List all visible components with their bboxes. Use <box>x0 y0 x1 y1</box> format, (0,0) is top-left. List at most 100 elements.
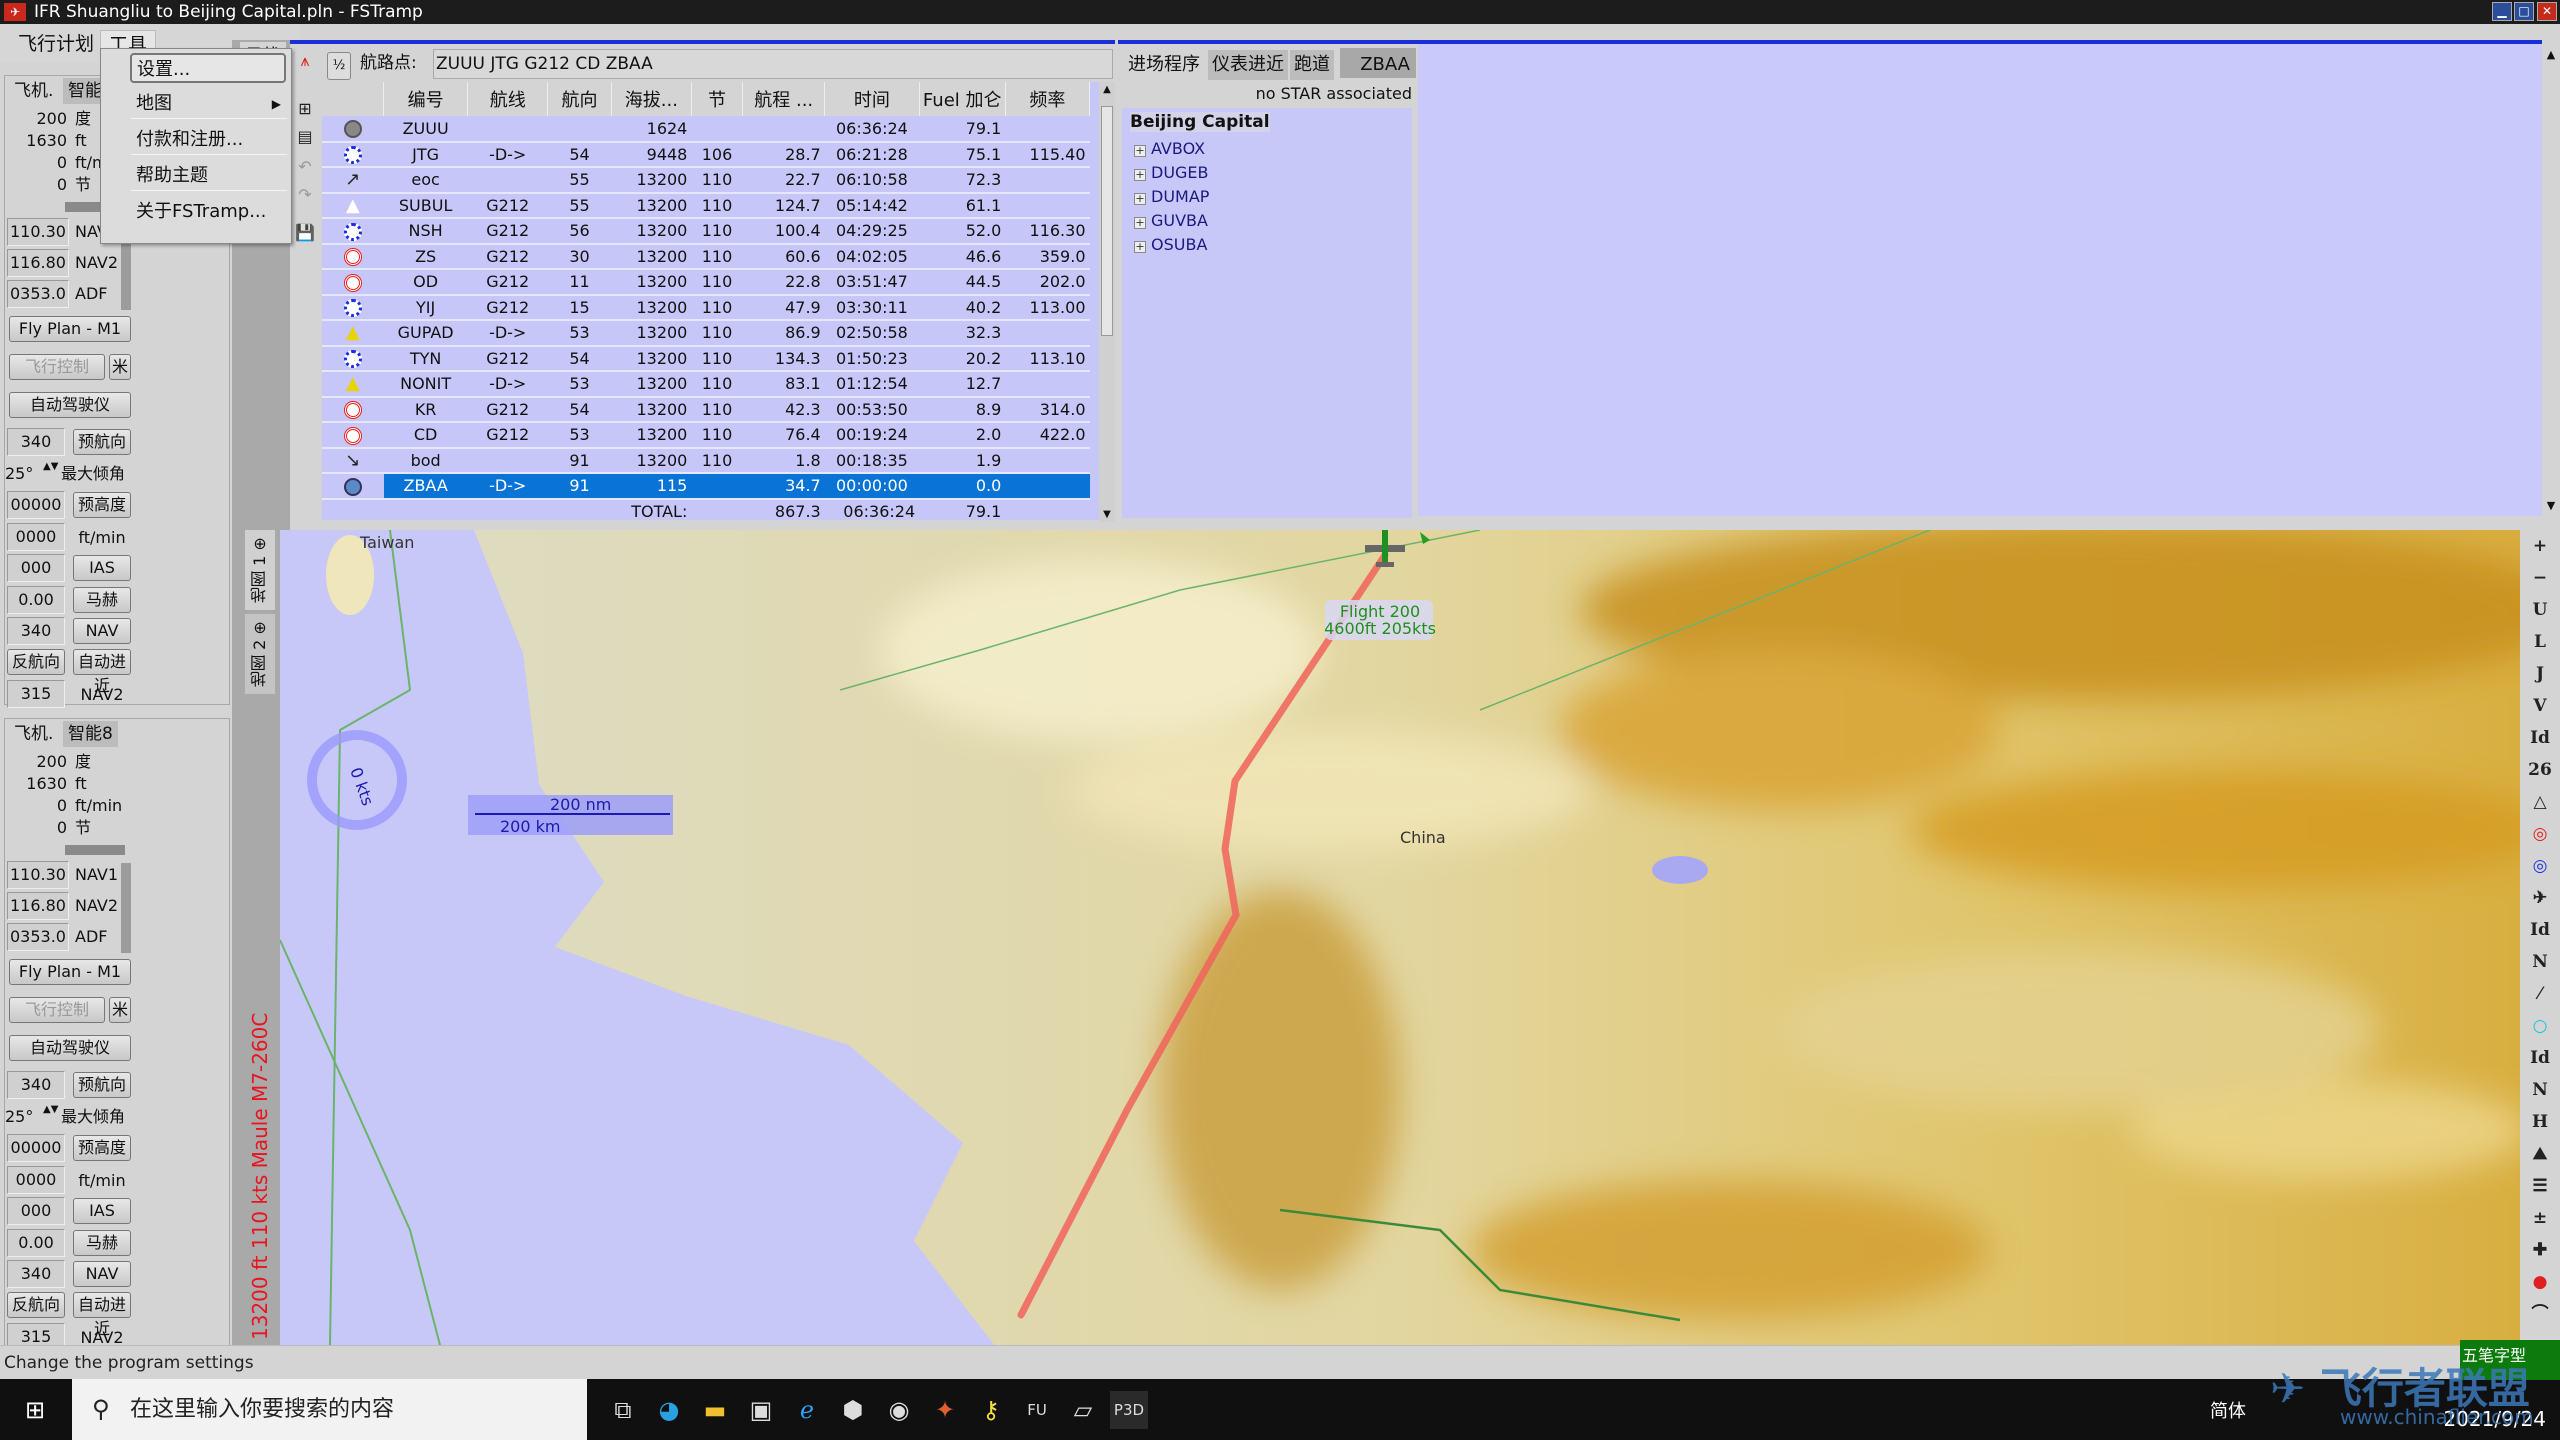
ap-heading-button[interactable]: 预航向 <box>73 429 131 455</box>
table-row[interactable]: ZUUU 1624 06:36:24 79.1 <box>322 116 1090 143</box>
star-button[interactable]: 米 <box>109 997 131 1023</box>
taskbar-app-edge[interactable]: ◕ <box>650 1391 688 1429</box>
ap-altitude-value[interactable]: 00000 <box>7 1134 65 1162</box>
map-tool-button[interactable]: L <box>2526 630 2554 654</box>
radio-nav1[interactable]: 110.30 <box>7 861 69 889</box>
reverse-course-button[interactable]: 反航向 <box>7 1291 65 1318</box>
column-header[interactable]: 海拔... <box>611 82 692 116</box>
table-row[interactable]: NSH G212 56 13200 110 100.4 04:29:25 52.0 116.30 <box>322 218 1090 245</box>
autopilot-button[interactable]: 自动驾驶仪 <box>9 392 131 418</box>
taskbar-app-app-fire[interactable]: ✦ <box>926 1391 964 1429</box>
map-tool-button[interactable]: V <box>2526 694 2554 718</box>
map-tool-button[interactable]: ◎ <box>2526 822 2554 846</box>
save-icon[interactable]: 💾 <box>294 222 316 244</box>
radio-adf[interactable]: 0353.0 <box>7 280 69 308</box>
menu-item-settings[interactable]: 设置... <box>130 53 286 83</box>
menu-item-register[interactable]: 付款和注册... <box>131 125 287 155</box>
map-tool-button[interactable]: △ <box>2526 790 2554 814</box>
map-tool-button[interactable]: ● <box>2526 1270 2554 1294</box>
insert-icon[interactable]: ⊞ <box>294 98 316 120</box>
half-button[interactable]: ½ <box>327 52 351 80</box>
table-row[interactable]: CD G212 53 13200 110 76.4 00:19:24 2.0 422.0 <box>322 422 1090 449</box>
taskbar-app-app-dial[interactable]: ◉ <box>880 1391 918 1429</box>
map-tool-button[interactable]: 26 <box>2526 758 2554 782</box>
map-tool-button[interactable]: + <box>2526 534 2554 558</box>
column-header[interactable]: 节 <box>691 82 744 116</box>
ap-ias-button[interactable]: IAS <box>73 1198 131 1224</box>
map-tool-button[interactable]: N <box>2526 950 2554 974</box>
table-scrollbar[interactable]: ▲ ▼ <box>1099 82 1115 522</box>
tab-approach[interactable]: 仪表进近 <box>1208 50 1288 80</box>
menu-item-about[interactable]: 关于FSTramp... <box>131 197 287 227</box>
table-row[interactable]: ZS G212 30 13200 110 60.6 04:02:05 46.6 359.0 <box>322 243 1090 270</box>
route-input[interactable]: ZUUU JTG G212 CD ZBAA <box>433 49 1113 79</box>
tab-map-1[interactable]: 地图 1 ⊕ <box>245 530 275 610</box>
map-tool-button[interactable]: − <box>2526 566 2554 590</box>
ap-heading-value[interactable]: 340 <box>7 428 65 456</box>
table-row[interactable]: TYN G212 54 13200 110 134.3 01:50:23 20.2 113.10 <box>322 345 1090 372</box>
route-icon[interactable]: ⩚ <box>294 50 316 72</box>
ap-mach-button[interactable]: 马赫 <box>73 1229 131 1256</box>
tab-aircraft[interactable]: 飞机. <box>9 78 58 104</box>
taskbar-app-app-glass[interactable]: ▱ <box>1064 1391 1102 1429</box>
flight-control-button[interactable]: 飞行控制 <box>9 354 105 380</box>
radio-adf[interactable]: 0353.0 <box>7 923 69 951</box>
expand-icon[interactable]: + <box>1134 169 1146 181</box>
column-header[interactable]: 频率 <box>1005 82 1091 116</box>
map-tool-button[interactable]: ◎ <box>2526 854 2554 878</box>
column-header[interactable]: Fuel 加仑 <box>919 82 1006 116</box>
table-row[interactable]: ▲ NONIT -D-> 53 13200 110 83.1 01:12:54 12.7 <box>322 371 1090 398</box>
column-header[interactable]: 航向 <box>547 82 612 116</box>
list-icon[interactable]: ▤ <box>294 126 316 148</box>
expand-icon[interactable]: + <box>1134 145 1146 157</box>
radio-nav2[interactable]: 116.80 <box>7 249 69 277</box>
tab-map-2[interactable]: 地图 2 ⊕ <box>245 614 275 694</box>
windows-start-icon[interactable]: ⊞ <box>16 1391 54 1429</box>
map-tool-button[interactable]: ☰ <box>2526 1174 2554 1198</box>
ap-altitude-button[interactable]: 预高度 <box>73 492 131 518</box>
expand-icon[interactable]: + <box>1134 193 1146 205</box>
ap-mach-value[interactable]: 0.00 <box>7 1228 65 1257</box>
taskbar-search[interactable]: ⚲ 在这里输入你要搜索的内容 <box>72 1379 587 1440</box>
ap-mach-button[interactable]: 马赫 <box>73 586 131 613</box>
ap-nav-value[interactable]: 340 <box>7 1260 65 1288</box>
table-row[interactable]: JTG -D-> 54 9448 106 28.7 06:21:28 75.1 115.40 <box>322 141 1090 168</box>
column-header[interactable]: 航线 <box>467 82 549 116</box>
taskbar-app-file-explorer[interactable]: ▬ <box>696 1391 734 1429</box>
ap-heading-button[interactable]: 预航向 <box>73 1072 131 1098</box>
star-item[interactable]: + GUVBA <box>1134 210 1208 232</box>
map-tool-button[interactable]: ⛰ <box>2526 1142 2554 1166</box>
fly-plan-button[interactable]: Fly Plan - M1 <box>9 316 131 342</box>
taskbar-app-p3d[interactable]: P3D <box>1110 1391 1148 1429</box>
map-tool-button[interactable]: U <box>2526 598 2554 622</box>
map-tool-button[interactable]: H <box>2526 1110 2554 1134</box>
ap-ias-value[interactable]: 000 <box>7 1197 65 1225</box>
ap-vspeed-value[interactable]: 0000 <box>7 522 65 551</box>
ap-nav2-value[interactable]: 315 <box>7 680 65 708</box>
tab-star[interactable]: 进场程序 <box>1124 50 1204 80</box>
taskbar-app-store[interactable]: ▣ <box>742 1391 780 1429</box>
map-tool-button[interactable]: J <box>2526 662 2554 686</box>
column-header[interactable]: 编号 <box>383 82 469 116</box>
minimize-button[interactable]: ▁ <box>2492 2 2512 21</box>
table-row[interactable]: OD G212 11 13200 110 22.8 03:51:47 44.5 202.0 <box>322 269 1090 296</box>
map-tool-button[interactable]: ⌒ <box>2526 1302 2554 1326</box>
radio-nav2[interactable]: 116.80 <box>7 892 69 920</box>
map-tool-button[interactable]: ✚ <box>2526 1238 2554 1262</box>
auto-approach-button[interactable]: 自动进近 <box>73 648 131 695</box>
redo-icon[interactable]: ↷ <box>294 184 316 206</box>
radio-nav1[interactable]: 110.30 <box>7 218 69 246</box>
map-tool-button[interactable]: N <box>2526 1078 2554 1102</box>
autopilot-button[interactable]: 自动驾驶仪 <box>9 1035 131 1061</box>
ap-mach-value[interactable]: 0.00 <box>7 585 65 614</box>
info-scrollbar[interactable]: ▲ ▼ <box>2542 40 2560 516</box>
map-tool-button[interactable]: Id <box>2526 1046 2554 1070</box>
column-header[interactable]: 航程 ... <box>742 82 826 116</box>
table-row[interactable]: ↗ eoc 55 13200 110 22.7 06:10:58 72.3 <box>322 167 1090 194</box>
taskbar-app-ie[interactable]: ℯ <box>788 1391 826 1429</box>
tab-aircraft[interactable]: 飞机. <box>9 721 58 747</box>
map-tool-button[interactable]: Id <box>2526 726 2554 750</box>
ap-nav-button[interactable]: NAV <box>73 1261 131 1287</box>
table-row[interactable]: ↘ bod 91 13200 110 1.8 00:18:35 1.9 <box>322 447 1090 474</box>
taskbar-app-app-fu[interactable]: FU <box>1018 1391 1056 1429</box>
